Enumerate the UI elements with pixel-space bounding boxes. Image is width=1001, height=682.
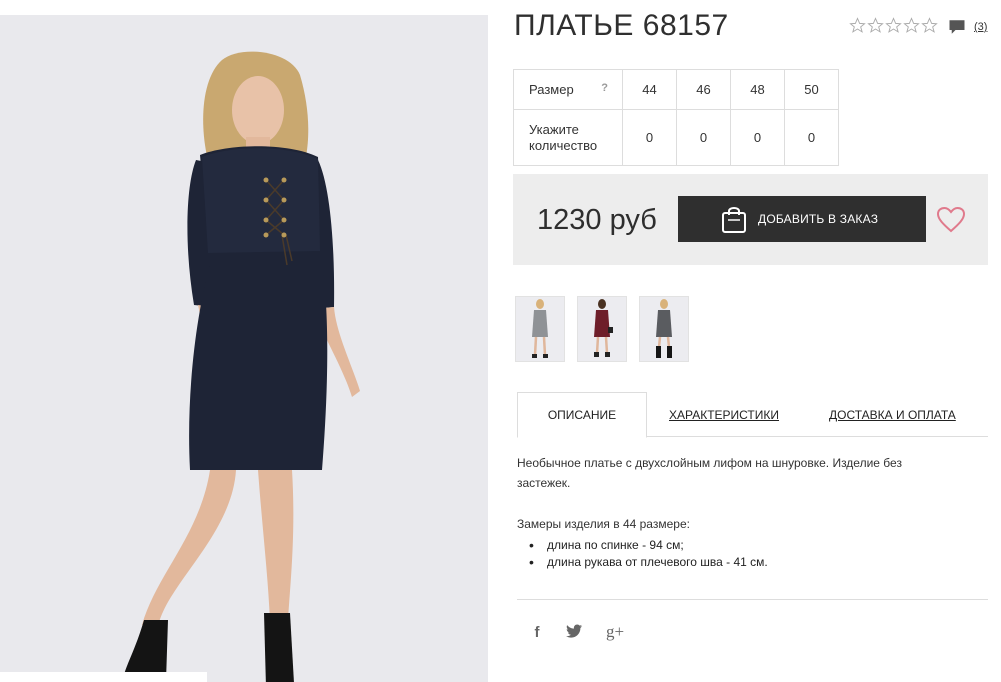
rating-stars[interactable]	[849, 17, 938, 34]
price-panel: 1230 руб ДОБАВИТЬ В ЗАКАЗ	[513, 174, 988, 265]
list-item: длина по спинке - 94 см;	[529, 537, 768, 554]
product-info-tabs: ОПИСАНИЕ ХАРАКТЕРИСТИКИ ДОСТАВКА И ОПЛАТ…	[517, 392, 988, 438]
size-44: 44	[622, 69, 677, 110]
tab-description[interactable]: ОПИСАНИЕ	[517, 392, 647, 438]
list-item: длина рукава от плечевого шва - 41 см.	[529, 554, 768, 571]
thumbnail-grey-dress[interactable]	[515, 296, 565, 362]
product-description: Необычное платье с двухслойным лифом на …	[517, 456, 902, 490]
shopping-bag-icon	[722, 207, 746, 233]
model-in-navy-dress-image	[0, 15, 488, 682]
quantity-label-cell: Укажите количество	[513, 109, 623, 166]
size-quantity-table: Размер ? 44 46 48 50 Укажите количество …	[513, 69, 839, 166]
quantity-row: Укажите количество 0 0 0 0	[513, 109, 839, 166]
grey-dress-boots-thumbnail-image	[640, 297, 688, 361]
measurements-title: Замеры изделия в 44 размере:	[517, 517, 690, 531]
size-help-icon[interactable]: ?	[601, 82, 608, 94]
star-outline-icon[interactable]	[885, 17, 902, 34]
measurements-list: длина по спинке - 94 см; длина рукава от…	[529, 537, 768, 571]
size-48: 48	[730, 69, 785, 110]
size-label: Размер	[529, 82, 574, 97]
facebook-icon[interactable]: f	[530, 623, 544, 641]
comment-count[interactable]: (3)	[974, 21, 987, 33]
social-share: f g+	[530, 622, 626, 641]
add-to-order-button[interactable]: ДОБАВИТЬ В ЗАКАЗ	[678, 196, 926, 242]
photo-bottom-strip	[0, 672, 207, 682]
grey-dress-thumbnail-image	[516, 297, 564, 361]
comment-bubble-icon	[949, 20, 965, 34]
add-to-order-label: ДОБАВИТЬ В ЗАКАЗ	[758, 212, 879, 226]
burgundy-dress-thumbnail-image	[578, 297, 626, 361]
size-50: 50	[784, 69, 839, 110]
thumbnail-burgundy-dress[interactable]	[577, 296, 627, 362]
quantity-input-46[interactable]: 0	[676, 109, 731, 166]
size-label-cell: Размер ?	[513, 69, 623, 110]
color-thumbnails	[515, 296, 689, 362]
star-outline-icon[interactable]	[867, 17, 884, 34]
size-row: Размер ? 44 46 48 50	[513, 69, 839, 110]
quantity-input-50[interactable]: 0	[784, 109, 839, 166]
quantity-input-48[interactable]: 0	[730, 109, 785, 166]
quantity-label-line1: Укажите	[529, 121, 579, 137]
quantity-label-line2: количество	[529, 137, 598, 153]
thumbnail-grey-dress-boots[interactable]	[639, 296, 689, 362]
twitter-icon[interactable]	[566, 623, 584, 641]
tab-characteristics[interactable]: ХАРАКТЕРИСТИКИ	[669, 392, 779, 437]
size-46: 46	[676, 69, 731, 110]
comments-link[interactable]: (3)	[948, 18, 987, 36]
product-title: ПЛАТЬЕ 68157	[514, 9, 729, 42]
star-outline-icon[interactable]	[903, 17, 920, 34]
star-outline-icon[interactable]	[849, 17, 866, 34]
product-main-photo[interactable]	[0, 15, 488, 682]
price: 1230 руб	[537, 204, 657, 236]
star-outline-icon[interactable]	[921, 17, 938, 34]
divider	[517, 599, 988, 600]
quantity-input-44[interactable]: 0	[622, 109, 677, 166]
google-plus-icon[interactable]: g+	[604, 622, 626, 641]
tab-delivery-payment[interactable]: ДОСТАВКА И ОПЛАТА	[829, 392, 956, 437]
wishlist-heart-icon[interactable]	[937, 207, 965, 233]
